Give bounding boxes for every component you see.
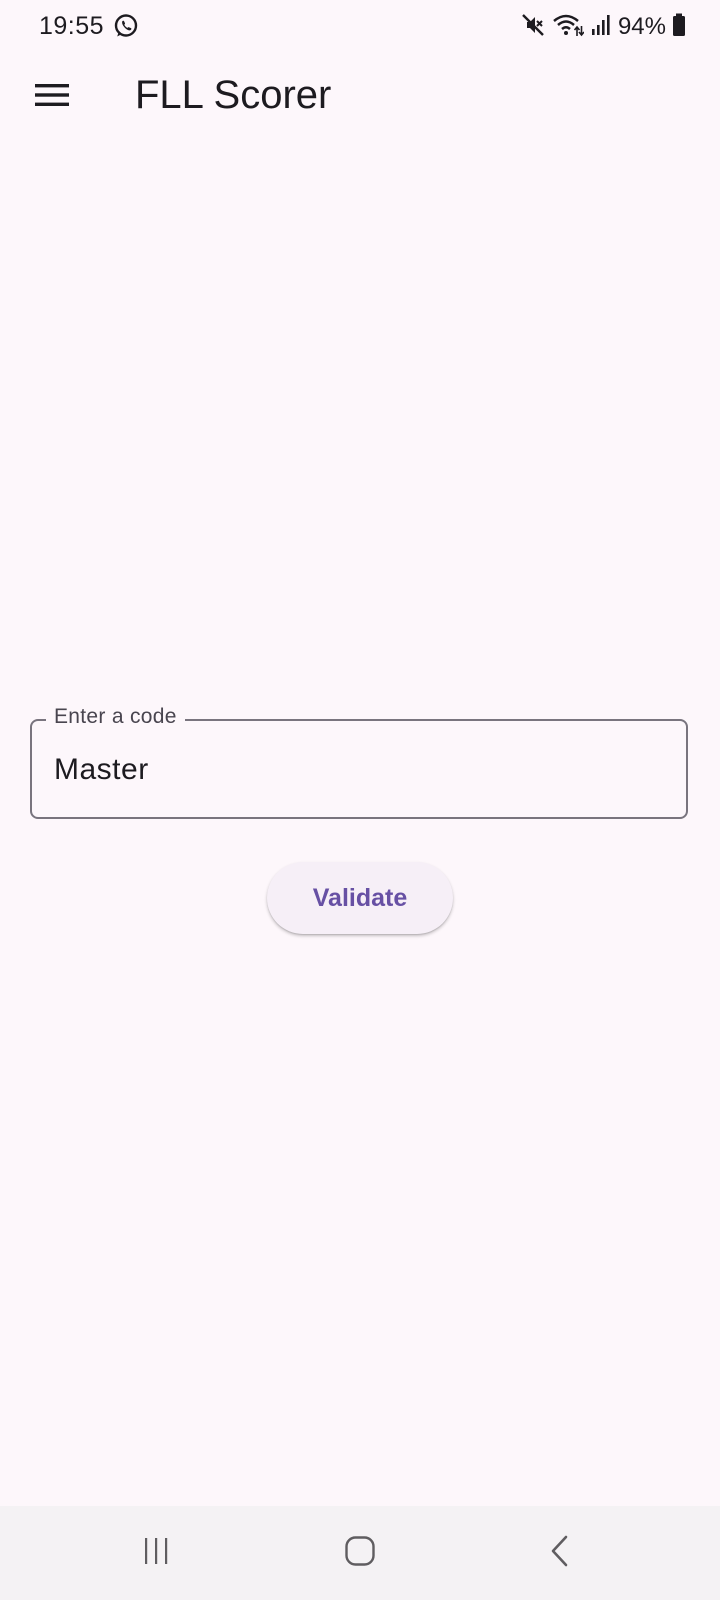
whatsapp-icon	[113, 13, 139, 39]
home-button[interactable]	[330, 1528, 390, 1578]
signal-icon	[590, 13, 612, 42]
app-screen: 19:55 94% FLL Scorer Enter a code Master…	[0, 0, 720, 1600]
validate-button[interactable]: Validate	[267, 862, 453, 934]
status-icons: 94%	[520, 12, 686, 42]
status-bar: 19:55 94%	[0, 0, 720, 54]
recents-button[interactable]	[126, 1528, 186, 1578]
code-input-value[interactable]: Master	[54, 753, 149, 787]
code-input[interactable]: Enter a code Master	[30, 705, 688, 819]
battery-percent: 94%	[617, 13, 666, 40]
recents-icon	[141, 1536, 171, 1571]
back-icon	[548, 1535, 572, 1572]
menu-icon	[34, 81, 70, 114]
battery-icon	[672, 13, 686, 42]
system-nav-bar	[0, 1506, 720, 1600]
back-button[interactable]	[530, 1528, 590, 1578]
status-time: 19:55	[39, 12, 105, 40]
wifi-icon	[552, 12, 585, 43]
app-bar: FLL Scorer	[0, 56, 720, 136]
page-title: FLL Scorer	[135, 73, 332, 117]
mute-icon	[520, 12, 546, 43]
menu-button[interactable]	[20, 69, 84, 125]
code-input-label: Enter a code	[46, 705, 185, 729]
home-icon	[344, 1535, 376, 1572]
